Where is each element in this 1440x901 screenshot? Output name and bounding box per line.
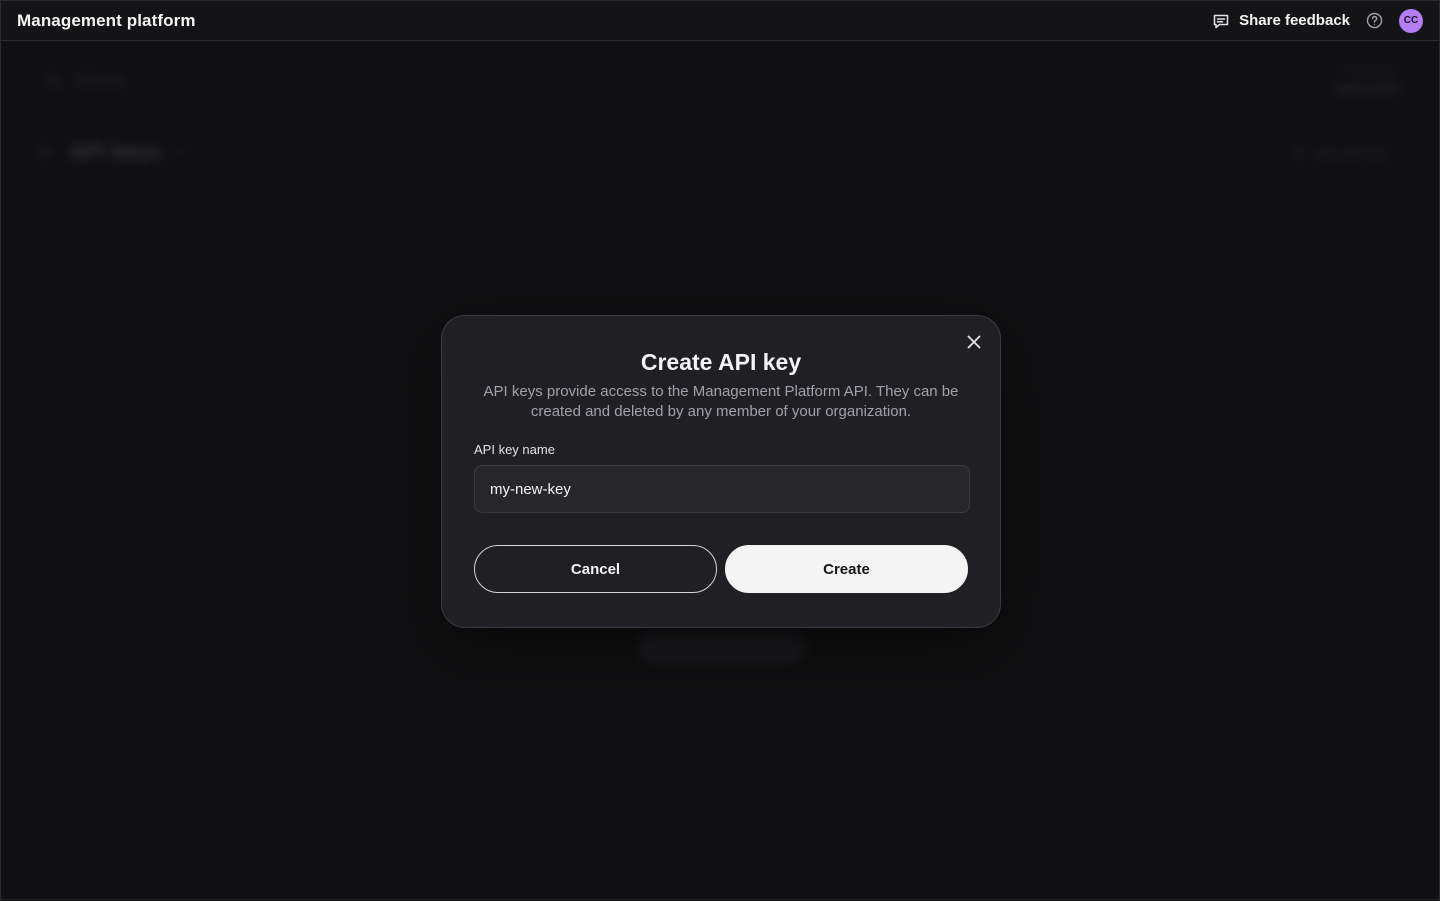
close-dialog-button[interactable] <box>962 330 986 354</box>
share-feedback-label: Share feedback <box>1239 12 1350 29</box>
share-feedback-button[interactable]: Share feedback <box>1212 12 1350 30</box>
api-key-name-label: API key name <box>474 442 555 457</box>
create-api-key-dialog: Create API key API keys provide access t… <box>441 315 1001 628</box>
dialog-description: API keys provide access to the Managemen… <box>483 383 959 420</box>
dialog-actions: Cancel Create <box>474 545 968 593</box>
app-window: Management platform Share feedback CC Cl… <box>0 0 1440 901</box>
cancel-button[interactable]: Cancel <box>474 545 717 593</box>
close-icon <box>967 335 981 349</box>
user-avatar[interactable]: CC <box>1399 8 1423 33</box>
dialog-title: Create API key <box>640 349 802 375</box>
create-button[interactable]: Create <box>725 545 968 593</box>
app-title: Management platform <box>17 10 196 30</box>
help-circle-icon[interactable] <box>1366 12 1383 29</box>
message-square-icon <box>1212 12 1230 30</box>
api-key-name-input[interactable] <box>474 465 970 513</box>
top-bar-actions: Share feedback CC <box>1212 8 1423 33</box>
top-bar: Management platform Share feedback CC <box>1 1 1439 41</box>
